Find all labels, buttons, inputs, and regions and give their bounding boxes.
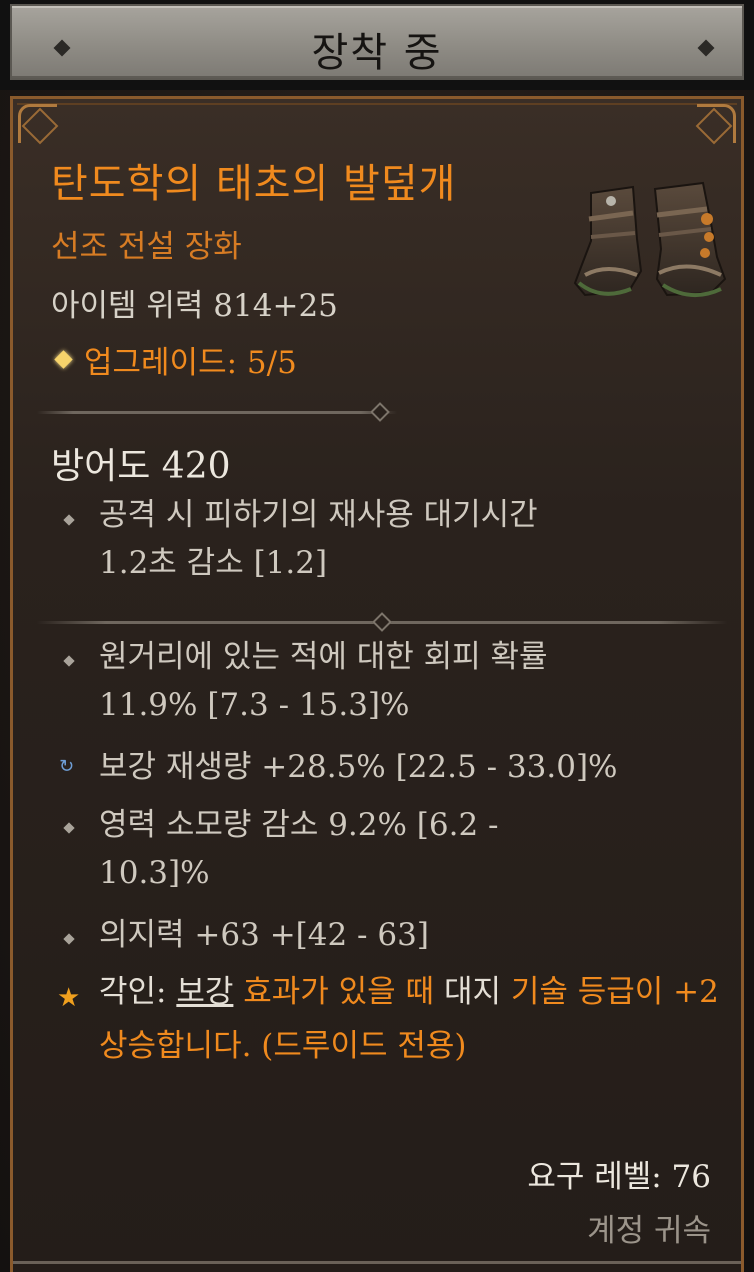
affix-stat: 보강 재생량 +28.5% [22.5 - 33.0]% <box>99 743 719 791</box>
item-tooltip-screen: 장착 중 탄도학의 태초의 발덮개 선조 전설 장화 아이템 위력 814+25… <box>0 0 754 1272</box>
aspect-prefix: 각인: <box>99 974 177 1010</box>
stat-bullet-icon <box>63 933 75 945</box>
stat-bullet-icon <box>63 514 75 526</box>
item-name: 탄도학의 태초의 발덮개 <box>51 161 457 207</box>
stat-bullet-icon <box>63 822 75 834</box>
affix-line1: 보강 재생량 +28.5% [22.5 - 33.0]% <box>99 749 618 785</box>
affix-line1: 의지력 +63 +[42 - 63] <box>99 917 429 953</box>
affix-line2: 10.3]% <box>99 855 210 891</box>
aspect-part1: 효과가 있을 때 <box>233 974 444 1010</box>
required-level: 요구 레벨: 76 <box>527 1159 711 1195</box>
affix-line1: 원거리에 있는 적에 대한 회피 확률 <box>99 639 548 675</box>
aspect-text: 각인: 보강 효과가 있을 때 대지 기술 등급이 +2 상승합니다. (드루이… <box>99 965 719 1073</box>
item-tooltip-panel: 탄도학의 태초의 발덮개 선조 전설 장화 아이템 위력 814+25 업그레이… <box>10 96 744 1272</box>
equipped-header: 장착 중 <box>0 0 754 90</box>
divider-bottom <box>13 1261 741 1264</box>
implicit-stat-line2: 1.2초 감소 [1.2] <box>99 545 328 581</box>
affix-stat: 의지력 +63 +[42 - 63] <box>99 911 719 959</box>
aspect-keyword-link[interactable]: 보강 <box>176 974 233 1010</box>
divider-ornament-icon <box>370 402 390 422</box>
affix-line1: 영력 소모량 감소 9.2% [6.2 - <box>99 807 499 843</box>
divider-top <box>37 411 397 414</box>
affix-stat: 원거리에 있는 적에 대한 회피 확률 11.9% [7.3 - 15.3]% <box>99 633 719 729</box>
boots-icon <box>573 181 727 297</box>
implicit-stat: 공격 시 피하기의 재사용 대기시간 1.2초 감소 [1.2] <box>99 491 719 587</box>
affix-line2: 11.9% [7.3 - 15.3]% <box>99 687 410 723</box>
item-type: 선조 전설 장화 <box>51 229 242 265</box>
equipped-label: 장착 중 <box>311 30 443 76</box>
tempered-cycle-icon: ↻ <box>59 756 75 777</box>
armor-value: 방어도 420 <box>51 446 231 487</box>
upgrade-diamond-icon <box>54 350 73 369</box>
affix-stat: 영력 소모량 감소 9.2% [6.2 - 10.3]% <box>99 801 719 897</box>
implicit-stat-line1: 공격 시 피하기의 재사용 대기시간 <box>99 497 538 533</box>
equipped-plate: 장착 중 <box>10 4 744 80</box>
aspect-white-word: 대지 <box>443 974 501 1010</box>
account-bound: 계정 귀속 <box>587 1213 711 1249</box>
upgrade-row: 업그레이드: 5/5 <box>51 337 297 382</box>
aspect-star-icon: ★ <box>57 983 81 1013</box>
stat-bullet-icon <box>63 655 75 667</box>
item-power: 아이템 위력 814+25 <box>51 288 338 324</box>
divider-ornament-middle-icon <box>372 612 392 632</box>
upgrade-text: 업그레이드: 5/5 <box>84 345 297 381</box>
